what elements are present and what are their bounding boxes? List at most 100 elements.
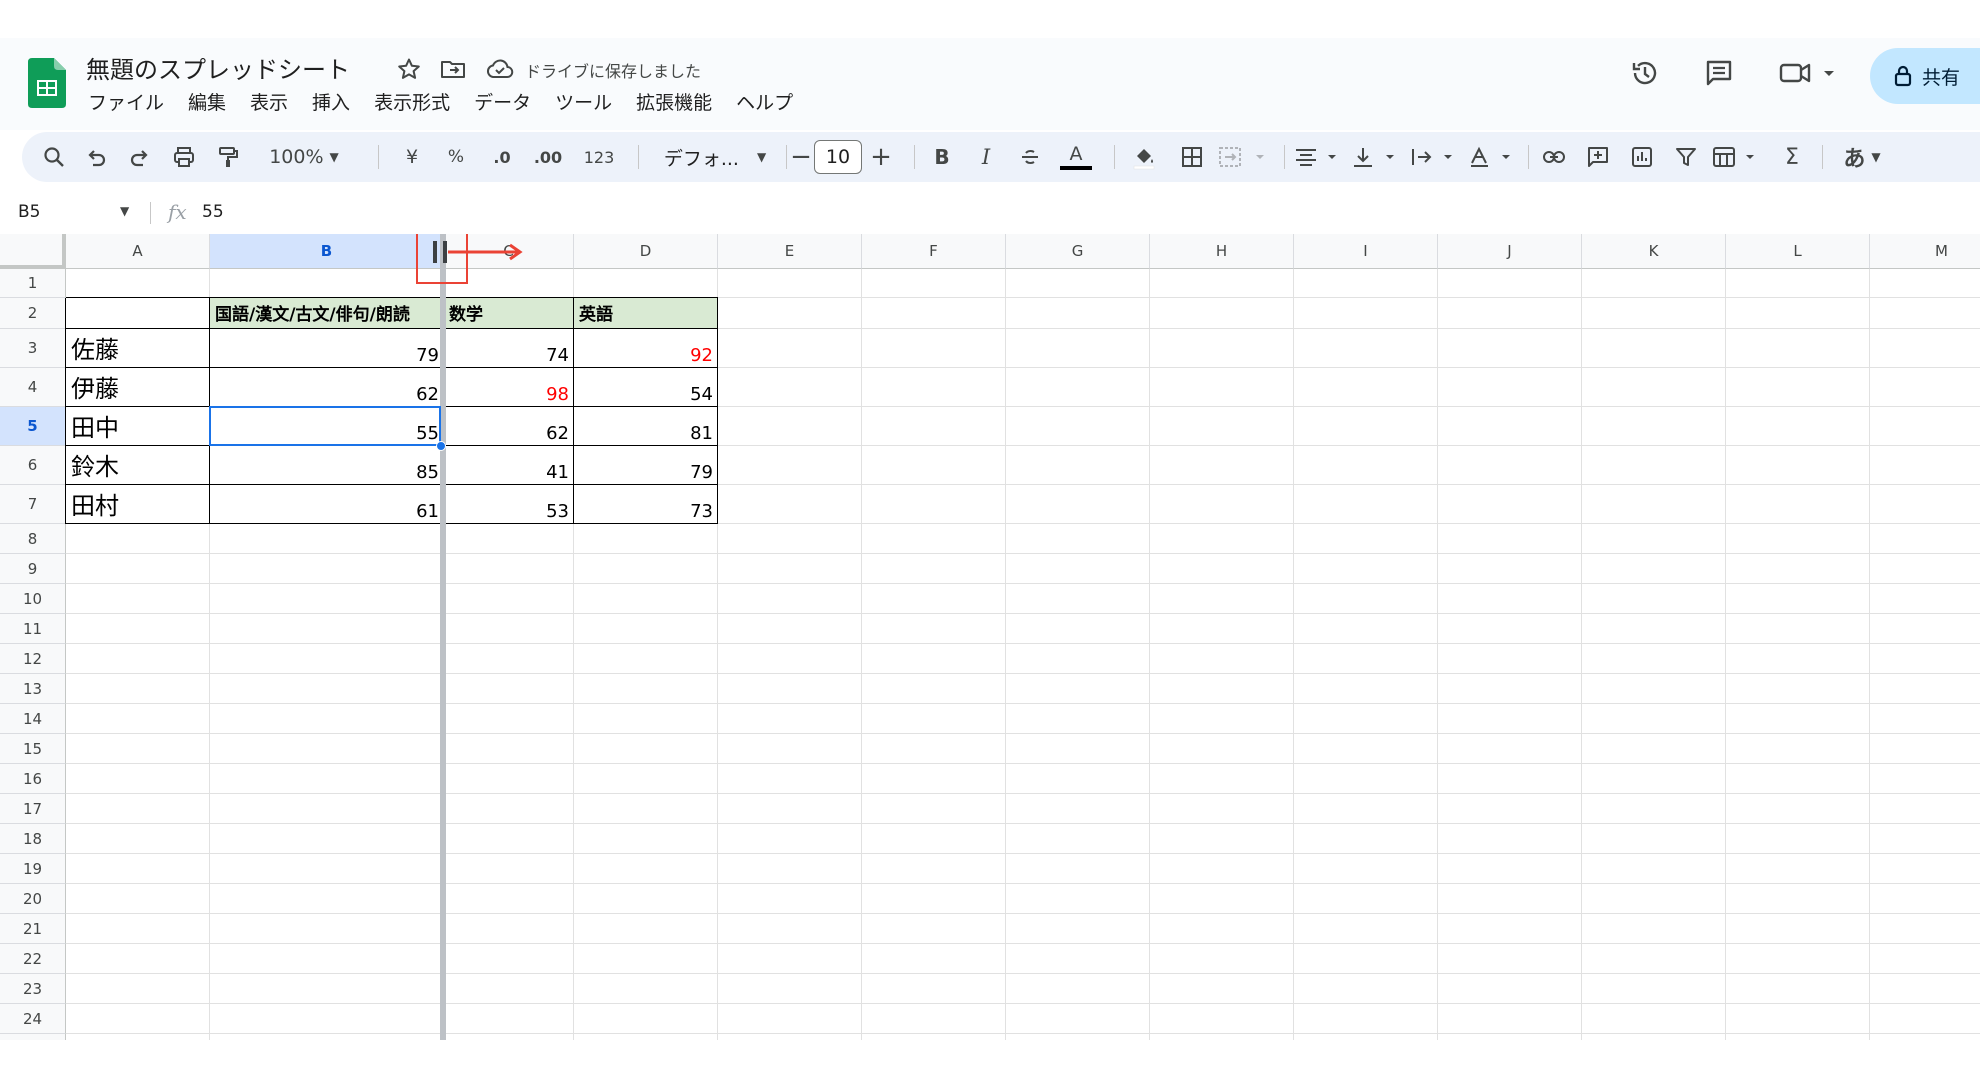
row-header-24[interactable]: 24 <box>0 1004 66 1034</box>
score-cell[interactable]: 54 <box>574 368 718 407</box>
column-header-h[interactable]: H <box>1150 234 1294 269</box>
name-cell[interactable]: 鈴木 <box>66 446 210 485</box>
fill-color-icon[interactable] <box>1122 132 1166 182</box>
filter-icon[interactable] <box>1668 132 1704 182</box>
row-header-4[interactable]: 4 <box>0 368 66 407</box>
number-format-button[interactable]: 123 <box>574 132 624 182</box>
paint-format-icon[interactable] <box>210 132 246 182</box>
score-cell[interactable]: 62 <box>444 407 574 446</box>
column-resize-guide[interactable] <box>440 234 446 1040</box>
score-cell[interactable]: 98 <box>444 368 574 407</box>
score-cell[interactable]: 79 <box>210 329 444 368</box>
font-select[interactable]: デフォ... ▼ <box>650 132 780 182</box>
fill-handle[interactable] <box>436 441 446 451</box>
formula-input[interactable]: 55 <box>202 202 224 222</box>
score-cell[interactable]: 41 <box>444 446 574 485</box>
select-all-corner[interactable] <box>0 234 66 269</box>
row-header-9[interactable]: 9 <box>0 554 66 584</box>
comment-icon[interactable] <box>1704 58 1734 88</box>
zoom-select[interactable]: 100% ▼ <box>254 132 354 182</box>
menu-tools[interactable]: ツール <box>555 88 624 118</box>
cloud-saved-icon[interactable] <box>485 54 515 84</box>
text-color-button[interactable]: A <box>1056 132 1096 182</box>
name-cell[interactable]: 伊藤 <box>66 368 210 407</box>
name-cell[interactable]: 田中 <box>66 407 210 446</box>
row-header-15[interactable]: 15 <box>0 734 66 764</box>
horizontal-align-icon[interactable] <box>1294 132 1346 182</box>
input-tools-button[interactable]: あ ▼ <box>1832 132 1892 182</box>
strikethrough-icon[interactable] <box>1012 132 1048 182</box>
name-cell[interactable]: 田村 <box>66 485 210 524</box>
menu-file[interactable]: ファイル <box>88 88 176 118</box>
row-header-13[interactable]: 13 <box>0 674 66 704</box>
menu-edit[interactable]: 編集 <box>188 88 238 118</box>
insert-comment-icon[interactable] <box>1580 132 1616 182</box>
chevron-down-icon[interactable]: ▼ <box>120 204 129 218</box>
row-header-22[interactable]: 22 <box>0 944 66 974</box>
score-cell[interactable]: 74 <box>444 329 574 368</box>
column-header-a[interactable]: A <box>66 234 210 269</box>
increase-decimal-button[interactable]: .00 <box>526 132 570 182</box>
column-header-l[interactable]: L <box>1726 234 1870 269</box>
menu-extensions[interactable]: 拡張機能 <box>636 88 724 118</box>
score-cell[interactable]: 53 <box>444 485 574 524</box>
row-header-14[interactable]: 14 <box>0 704 66 734</box>
selected-cell-b5[interactable] <box>209 406 441 446</box>
table-header-cell[interactable]: 英語 <box>574 298 718 329</box>
row-header-8[interactable]: 8 <box>0 524 66 554</box>
spreadsheet-grid[interactable]: ABCDEFGHIJKLM 12345678910111213141516171… <box>0 234 1980 1040</box>
row-header-7[interactable]: 7 <box>0 485 66 524</box>
row-header-17[interactable]: 17 <box>0 794 66 824</box>
column-header-e[interactable]: E <box>718 234 862 269</box>
row-header-12[interactable]: 12 <box>0 644 66 674</box>
decrease-decimal-button[interactable]: .0 <box>482 132 522 182</box>
score-cell[interactable]: 61 <box>210 485 444 524</box>
name-box[interactable]: B5 <box>18 202 40 222</box>
score-cell[interactable]: 73 <box>574 485 718 524</box>
insert-chart-icon[interactable] <box>1624 132 1660 182</box>
functions-button[interactable]: Σ <box>1774 132 1810 182</box>
table-header-cell[interactable]: 数学 <box>444 298 574 329</box>
row-header-5[interactable]: 5 <box>0 407 66 446</box>
meet-icon[interactable] <box>1778 58 1838 88</box>
column-header-f[interactable]: F <box>862 234 1006 269</box>
redo-icon[interactable] <box>122 132 158 182</box>
search-icon[interactable] <box>36 132 72 182</box>
document-title[interactable]: 無題のスプレッドシート <box>86 50 350 85</box>
history-icon[interactable] <box>1630 58 1660 88</box>
score-cell[interactable]: 62 <box>210 368 444 407</box>
menu-view[interactable]: 表示 <box>250 88 300 118</box>
insert-link-icon[interactable] <box>1536 132 1572 182</box>
score-cell[interactable]: 79 <box>574 446 718 485</box>
row-header-18[interactable]: 18 <box>0 824 66 854</box>
column-header-d[interactable]: D <box>574 234 718 269</box>
column-header-g[interactable]: G <box>1006 234 1150 269</box>
column-header-j[interactable]: J <box>1438 234 1582 269</box>
font-size-input[interactable]: 10 <box>814 140 862 174</box>
row-header-16[interactable]: 16 <box>0 764 66 794</box>
share-button[interactable]: 共有 <box>1870 48 1980 104</box>
menu-insert[interactable]: 挿入 <box>312 88 362 118</box>
menu-data[interactable]: データ <box>474 88 543 118</box>
score-cell[interactable]: 92 <box>574 329 718 368</box>
row-header-11[interactable]: 11 <box>0 614 66 644</box>
italic-button[interactable]: I <box>968 132 1004 182</box>
score-cell[interactable]: 81 <box>574 407 718 446</box>
row-header-3[interactable]: 3 <box>0 329 66 368</box>
row-header-21[interactable]: 21 <box>0 914 66 944</box>
row-header-25[interactable]: 25 <box>0 1034 66 1040</box>
score-cell[interactable]: 85 <box>210 446 444 485</box>
menu-format[interactable]: 表示形式 <box>374 88 462 118</box>
filter-views-icon[interactable] <box>1712 132 1764 182</box>
row-header-2[interactable]: 2 <box>0 298 66 329</box>
column-header-b[interactable]: B <box>210 234 444 269</box>
currency-format-button[interactable]: ¥ <box>394 132 430 182</box>
row-header-19[interactable]: 19 <box>0 854 66 884</box>
star-icon[interactable] <box>394 54 424 84</box>
text-wrapping-icon[interactable] <box>1410 132 1462 182</box>
table-header-cell[interactable]: 国語/漢文/古文/俳句/朗読 <box>210 298 444 329</box>
percent-format-button[interactable]: % <box>438 132 474 182</box>
bold-button[interactable]: B <box>924 132 960 182</box>
row-header-6[interactable]: 6 <box>0 446 66 485</box>
column-header-i[interactable]: I <box>1294 234 1438 269</box>
